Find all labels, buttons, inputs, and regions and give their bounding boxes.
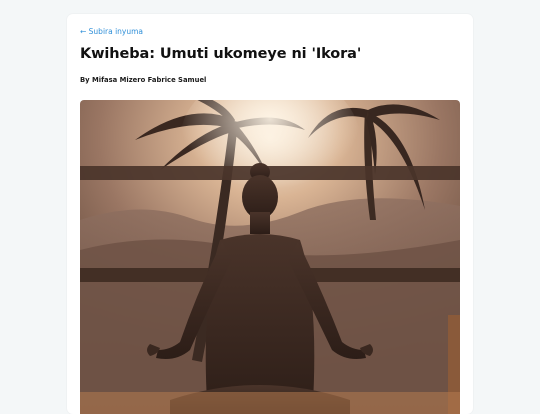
- hero-image: [80, 100, 460, 414]
- article-card: ← Subira inyuma Kwiheba: Umuti ukomeye n…: [67, 14, 473, 414]
- meditation-photo: [80, 100, 460, 414]
- back-link[interactable]: ← Subira inyuma: [80, 27, 143, 36]
- article-byline: By Mifasa Mizero Fabrice Samuel: [80, 76, 207, 84]
- article-title: Kwiheba: Umuti ukomeye ni 'Ikora': [80, 46, 362, 62]
